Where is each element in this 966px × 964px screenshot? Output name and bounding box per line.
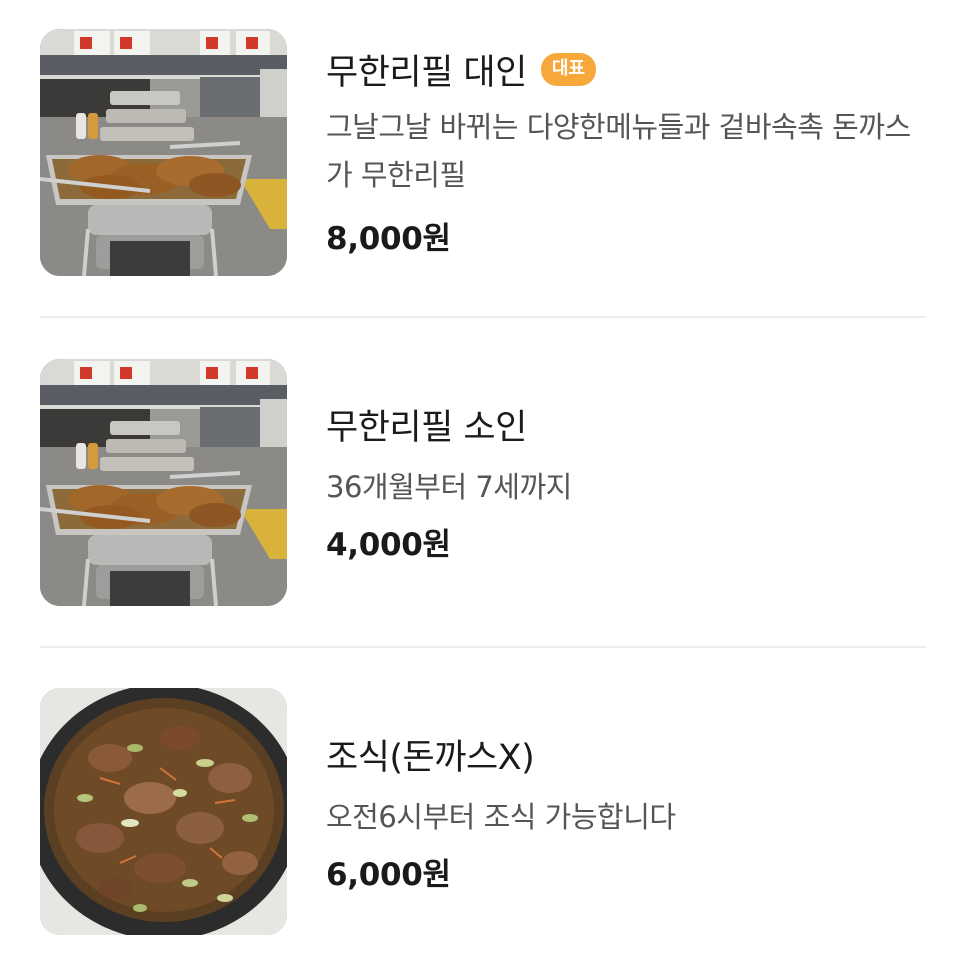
menu-item-description: 그날그날 바뀌는 다양한메뉴들과 겉바속촉 돈까스가 무한리필 — [326, 110, 911, 192]
buffet-tonkatsu-photo — [40, 359, 287, 606]
menu-item-info: 조식(돈까스X) 오전6시부터 조식 가능합니다 6,000원 — [326, 688, 926, 894]
divider — [40, 316, 926, 318]
menu-item[interactable]: 무한리필 대인 대표 그날그날 바뀌는 다양한메뉴들과 겉바속촉 돈까스가 무한… — [40, 29, 926, 277]
menu-item-price: 4,000원 — [326, 527, 451, 563]
menu-item[interactable]: 조식(돈까스X) 오전6시부터 조식 가능합니다 6,000원 — [40, 688, 926, 936]
signature-badge: 대표 — [540, 52, 596, 86]
menu-item-title-row: 조식(돈까스X) — [326, 729, 926, 779]
menu-item[interactable]: 무한리필 소인 36개월부터 7세까지 4,000원 — [40, 359, 926, 607]
menu-item-photo[interactable] — [40, 359, 287, 606]
menu-list: 무한리필 대인 대표 그날그날 바뀌는 다양한메뉴들과 겉바속촉 돈까스가 무한… — [0, 0, 966, 964]
menu-item-title: 조식(돈까스X) — [326, 737, 535, 778]
menu-item-title: 무한리필 대인 — [326, 52, 527, 93]
buffet-tonkatsu-photo — [40, 29, 287, 276]
menu-item-info: 무한리필 대인 대표 그날그날 바뀌는 다양한메뉴들과 겉바속촉 돈까스가 무한… — [326, 29, 926, 258]
menu-item-photo[interactable] — [40, 688, 287, 935]
menu-item-description: 36개월부터 7세까지 — [326, 470, 572, 504]
menu-item-info: 무한리필 소인 36개월부터 7세까지 4,000원 — [326, 359, 926, 564]
menu-item-title: 무한리필 소인 — [326, 407, 527, 448]
menu-item-description: 오전6시부터 조식 가능합니다 — [326, 800, 676, 834]
divider — [40, 646, 926, 648]
menu-item-price: 6,000원 — [326, 857, 451, 893]
menu-item-title-row: 무한리필 소인 — [326, 399, 926, 449]
menu-item-photo[interactable] — [40, 29, 287, 276]
menu-item-price: 8,000원 — [326, 221, 451, 257]
braised-meat-stew-photo — [40, 688, 287, 935]
menu-item-title-row: 무한리필 대인 대표 — [326, 44, 926, 94]
